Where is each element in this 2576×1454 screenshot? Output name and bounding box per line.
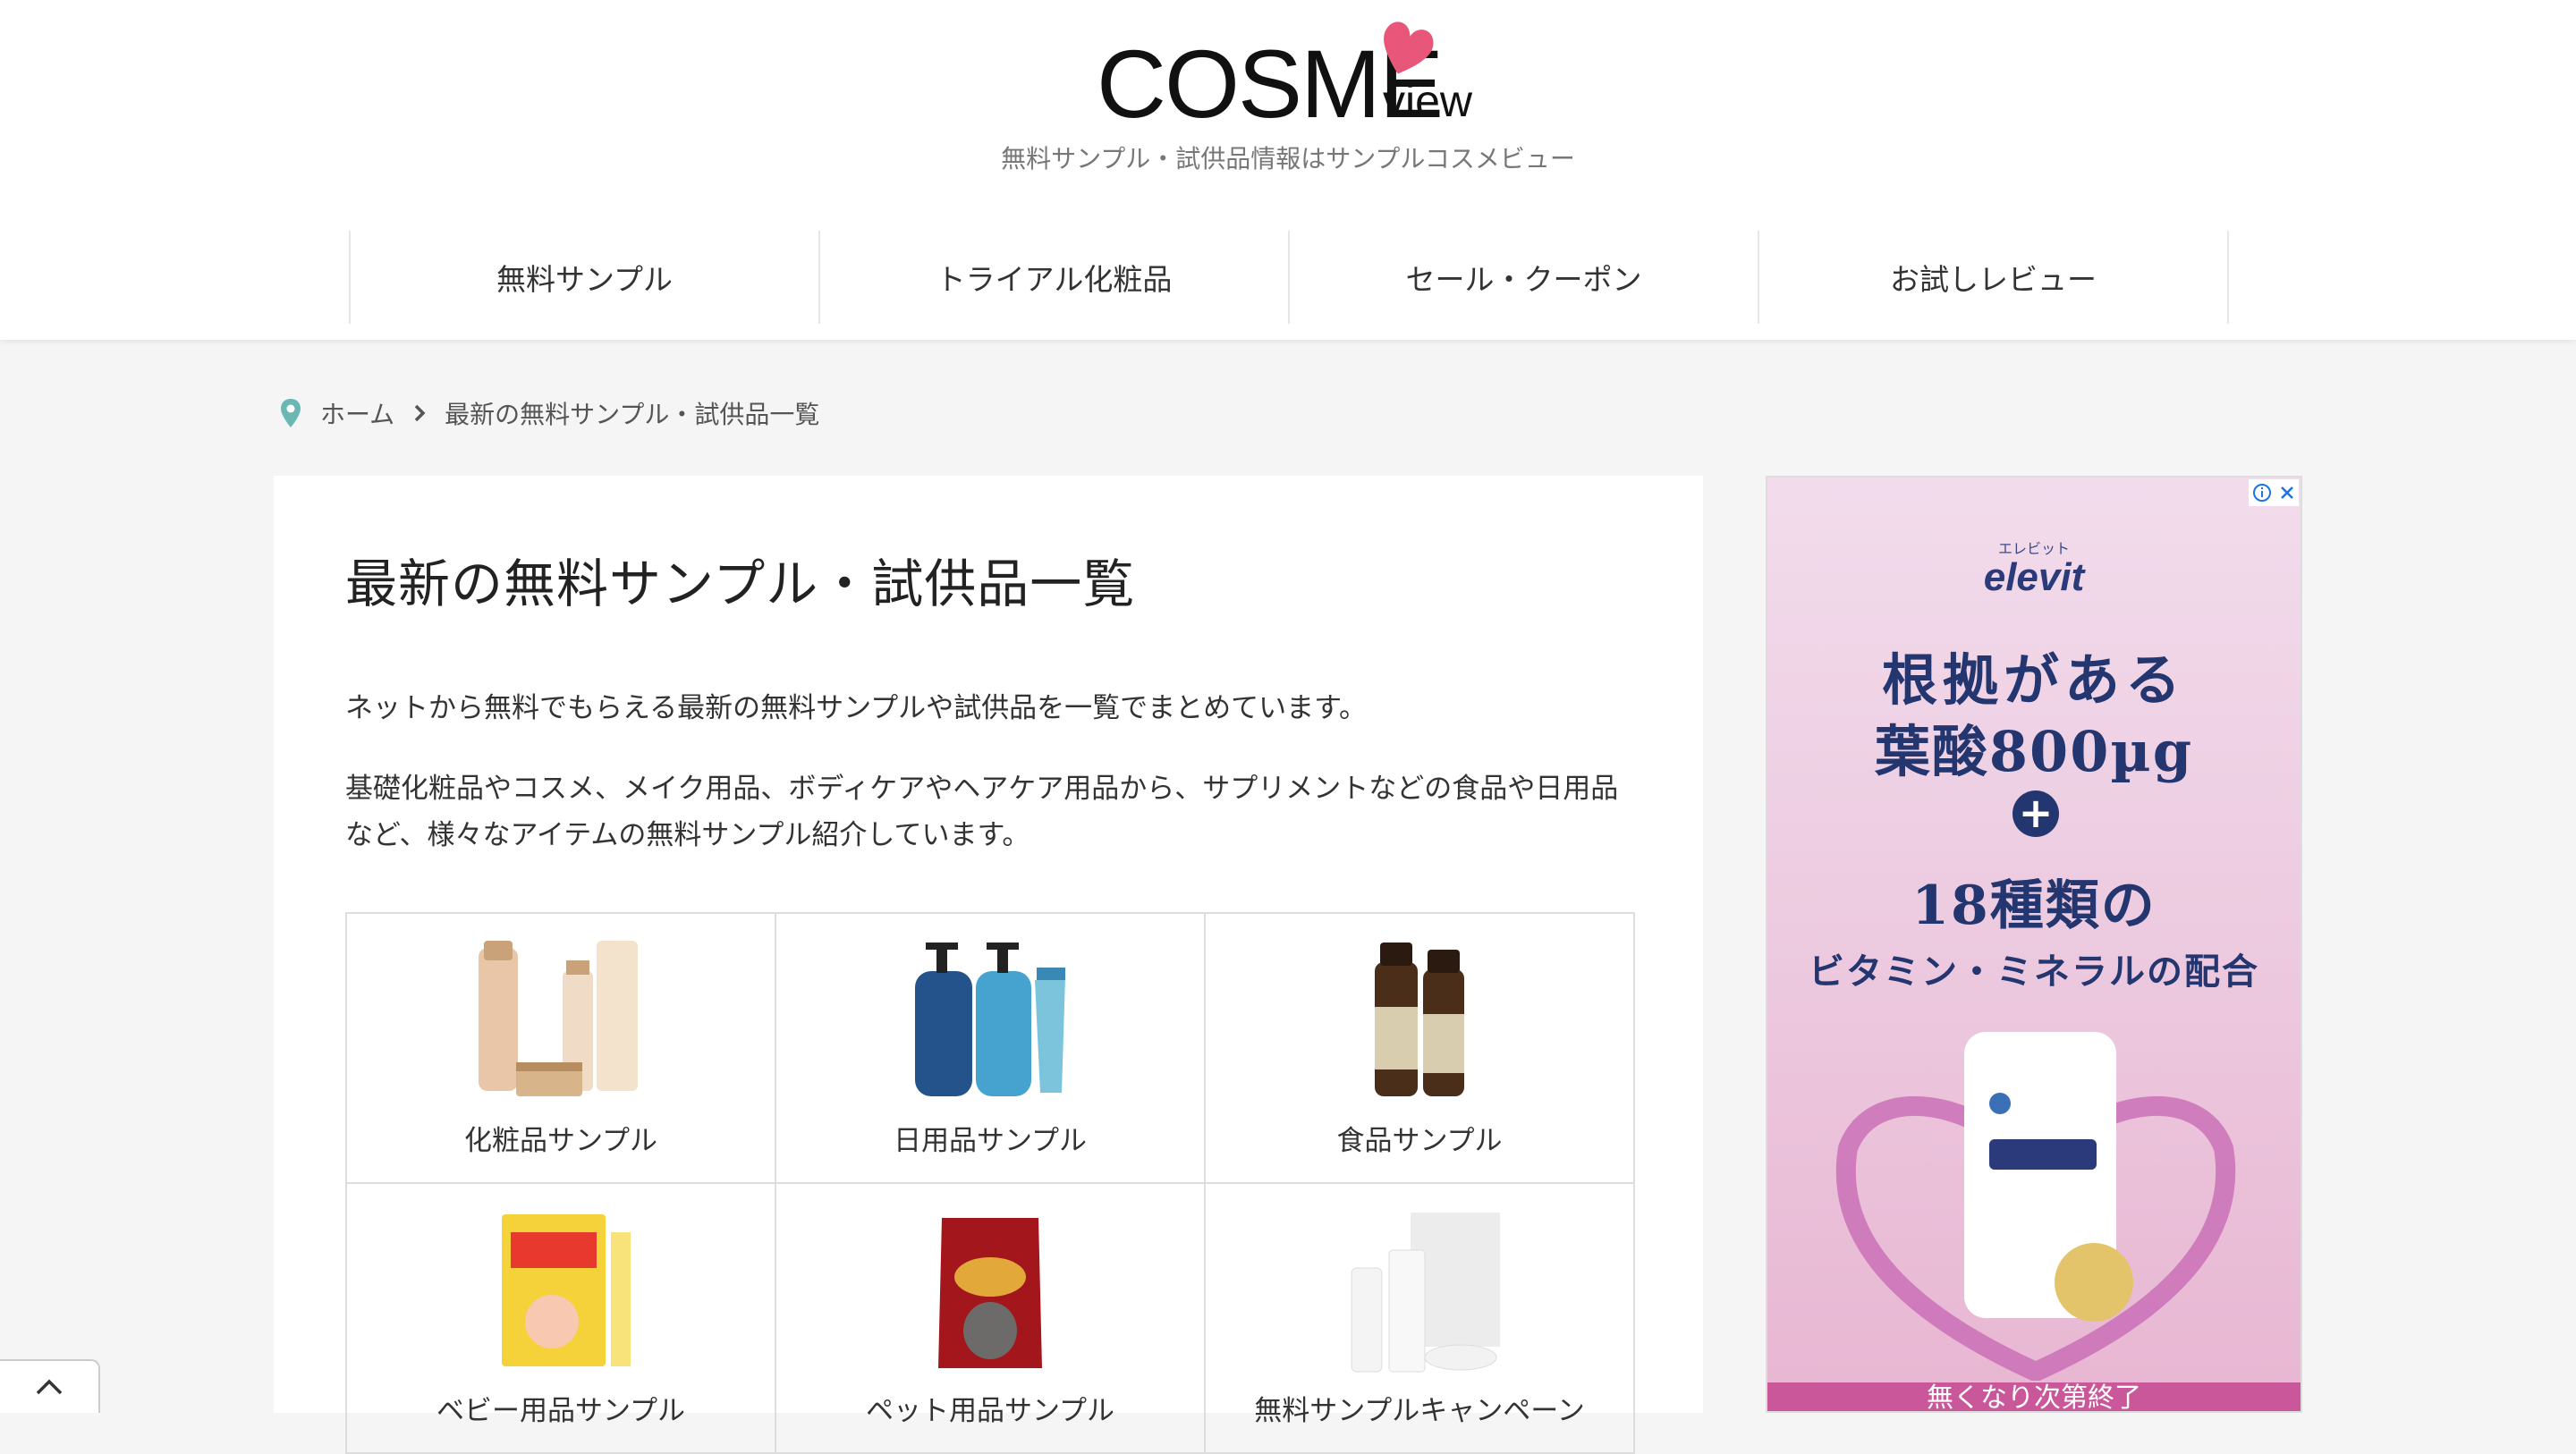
ad-product-image	[1836, 1032, 2235, 1381]
food-image	[1375, 943, 1464, 1096]
site-logo[interactable]: COSME view	[1097, 16, 1490, 132]
category-cosmetics[interactable]: 化粧品サンプル	[347, 914, 776, 1184]
breadcrumb: ホーム 最新の無料サンプル・試供品一覧	[279, 395, 819, 431]
category-label: 化粧品サンプル	[463, 1125, 658, 1157]
category-label: ベビー用品サンプル	[436, 1395, 686, 1427]
cosmetics-image	[479, 941, 638, 1096]
advertisement[interactable]: エレビット elevit 根拠がある 葉酸800µg + 18種類の ビタミン・…	[1766, 476, 2302, 1413]
category-campaign[interactable]: 無料サンプルキャンペーン	[1206, 1184, 1635, 1454]
intro-paragraph-2: 基礎化粧品やコスメ、メイク用品、ボディケアやヘアケア用品から、サプリメントなどの…	[345, 773, 1619, 851]
category-label: 無料サンプルキャンペーン	[1254, 1395, 1585, 1427]
category-label: 食品サンプル	[1336, 1125, 1503, 1157]
ad-headline-2: 葉酸800µg	[1874, 719, 2194, 784]
breadcrumb-current: 最新の無料サンプル・試供品一覧	[445, 400, 820, 429]
category-baby-goods[interactable]: ベビー用品サンプル	[347, 1184, 776, 1454]
daily-goods-image	[915, 943, 1065, 1096]
category-label: ペット用品サンプル	[865, 1395, 1115, 1427]
ad-headline-3: 18種類の	[1911, 875, 2157, 937]
baby-goods-image	[502, 1214, 631, 1366]
category-label: 日用品サンプル	[893, 1125, 1088, 1157]
site-tagline: 無料サンプル・試供品情報はサンプルコスメビュー	[1001, 144, 1575, 173]
nav-item-free-samples[interactable]: 無料サンプル	[351, 231, 820, 324]
category-food[interactable]: 食品サンプル	[1206, 914, 1635, 1184]
logo-sub-text: view	[1383, 76, 1473, 126]
main-content: 最新の無料サンプル・試供品一覧 ネットから無料でもらえる最新の無料サンプルや試供…	[274, 476, 1703, 1454]
category-grid: 化粧品サンプル 日用品サンプル 食品サンプル ベビー用品サンプル ペット用品サン…	[345, 912, 1635, 1454]
ad-controls	[2249, 479, 2299, 506]
info-icon[interactable]	[2252, 483, 2272, 503]
category-daily-goods[interactable]: 日用品サンプル	[776, 914, 1206, 1184]
pet-goods-image	[938, 1218, 1042, 1368]
page-title: 最新の無料サンプル・試供品一覧	[345, 554, 1136, 614]
nav-item-sale-coupons[interactable]: セール・クーポン	[1290, 231, 1759, 324]
chevron-up-icon	[36, 1379, 63, 1395]
ad-plus-icon: +	[2012, 790, 2059, 837]
ad-bottom-banner: 無くなり次第終了	[1767, 1382, 2301, 1411]
ad-headline-4: ビタミン・ミネラルの配合	[1809, 951, 2259, 993]
close-icon[interactable]	[2278, 484, 2296, 502]
campaign-image	[1351, 1213, 1500, 1373]
nav-item-trial-cosmetics[interactable]: トライアル化粧品	[820, 231, 1290, 324]
ad-brand: エレビット elevit	[1767, 537, 2301, 597]
global-nav: 無料サンプル トライアル化粧品 セール・クーポン お試しレビュー	[349, 231, 2229, 324]
breadcrumb-home-link[interactable]: ホーム	[320, 395, 394, 431]
site-header: COSME view 無料サンプル・試供品情報はサンプルコスメビュー 無料サンプ…	[0, 0, 2576, 340]
chevron-right-icon	[414, 404, 426, 422]
ad-headline-1: 根拠がある	[1881, 647, 2186, 713]
back-to-top-button[interactable]	[0, 1359, 100, 1413]
ad-brand-name: elevit	[1983, 555, 2085, 599]
heart-icon	[1384, 21, 1434, 74]
intro-paragraph-1: ネットから無料でもらえる最新の無料サンプルや試供品を一覧でまとめています。	[345, 692, 1368, 724]
nav-item-trial-reviews[interactable]: お試しレビュー	[1759, 231, 2229, 324]
category-pet-goods[interactable]: ペット用品サンプル	[776, 1184, 1206, 1454]
location-pin-icon	[281, 399, 301, 427]
